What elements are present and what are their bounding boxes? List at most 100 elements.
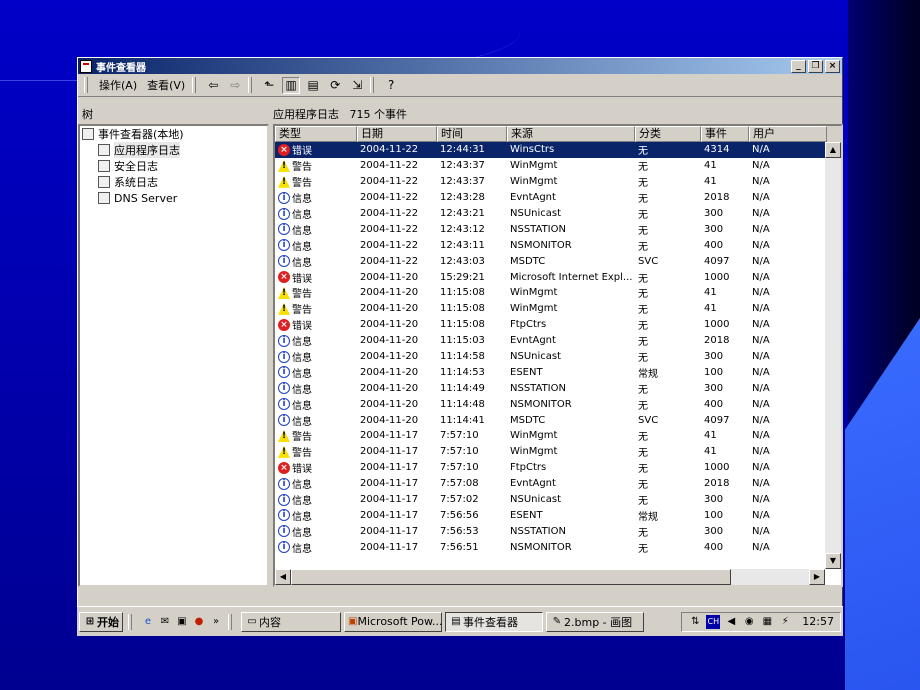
cell-user: N/A — [752, 414, 770, 426]
minimize-button[interactable]: _ — [791, 59, 806, 73]
refresh-icon[interactable]: ⟳ — [326, 77, 344, 94]
column-header-time[interactable]: 时间 — [437, 126, 507, 142]
table-row[interactable]: i 信息 2004-11-17 7:56:56 ESENT 常规 100 N/A — [275, 507, 841, 523]
internet-explorer-icon[interactable]: e — [141, 615, 155, 629]
cell-source: NSMONITOR — [510, 541, 572, 553]
table-row[interactable]: ! 警告 2004-11-17 7:57:10 WinMgmt 无 41 N/A — [275, 428, 841, 444]
show-tree-icon[interactable]: ▥ — [282, 76, 301, 94]
tree-item-application-log[interactable]: 应用程序日志 — [80, 142, 267, 158]
table-row[interactable]: ! 警告 2004-11-22 12:43:37 WinMgmt 无 41 N/A — [275, 174, 841, 190]
table-row[interactable]: i 信息 2004-11-17 7:57:08 EvntAgnt 无 2018 N/A — [275, 476, 841, 492]
tree-item-security-log[interactable]: 安全日志 — [80, 158, 267, 174]
toolbar-grip[interactable] — [84, 77, 88, 93]
cell-date: 2004-11-20 — [360, 414, 419, 426]
start-button[interactable]: ⊞ 开始 — [79, 611, 123, 632]
cell-source: WinsCtrs — [510, 144, 555, 156]
tree-item-system-log[interactable]: 系统日志 — [80, 174, 267, 190]
cell-type: ! 警告 — [275, 285, 357, 300]
table-row[interactable]: i 信息 2004-11-22 12:43:03 MSDTC SVC 4097 N/A — [275, 253, 841, 269]
taskbar-grip[interactable] — [228, 613, 232, 630]
task-button-content[interactable]: ▭ 内容 — [241, 611, 341, 632]
vertical-scrollbar[interactable]: ▲ ▼ — [825, 142, 841, 569]
input-language-icon[interactable]: CH — [706, 614, 721, 629]
clock[interactable]: 12:57 — [802, 615, 834, 628]
horizontal-scroll-thumb[interactable] — [291, 569, 731, 585]
table-row[interactable]: i 信息 2004-11-20 11:14:53 ESENT 常规 100 N/A — [275, 364, 841, 380]
column-header-date[interactable]: 日期 — [357, 126, 437, 142]
table-row[interactable]: i 信息 2004-11-17 7:57:02 NSUnicast 无 300 N/A — [275, 492, 841, 508]
column-header-user[interactable]: 用户 — [749, 126, 827, 142]
quicklaunch-grip[interactable] — [128, 613, 132, 630]
cell-type-label: 信息 — [292, 257, 312, 269]
table-row[interactable]: × 错误 2004-11-17 7:57:10 FtpCtrs 无 1000 N/A — [275, 460, 841, 476]
table-row[interactable]: ! 警告 2004-11-17 7:57:10 WinMgmt 无 41 N/A — [275, 444, 841, 460]
help-icon[interactable]: ? — [382, 77, 400, 94]
cell-type-label: 错误 — [292, 146, 312, 158]
toolbar-grip[interactable] — [192, 77, 197, 93]
up-folder-icon[interactable]: ⬑ — [260, 77, 278, 94]
volume-icon[interactable]: ◀ — [724, 615, 738, 629]
table-row[interactable]: i 信息 2004-11-17 7:56:53 NSSTATION 无 300 N/A — [275, 523, 841, 539]
cell-category: 无 — [638, 273, 648, 285]
app-shortcut-icon[interactable]: ● — [192, 615, 206, 629]
table-row[interactable]: i 信息 2004-11-20 11:14:48 NSMONITOR 无 400 N/A — [275, 396, 841, 412]
show-desktop-icon[interactable]: ▣ — [175, 615, 189, 629]
computer-icon[interactable]: ▦ — [760, 615, 774, 629]
column-header-source[interactable]: 来源 — [507, 126, 635, 142]
table-row[interactable]: i 信息 2004-11-17 7:56:51 NSMONITOR 无 400 N/A — [275, 539, 841, 555]
tree-item-dns-server-log[interactable]: DNS Server — [80, 190, 267, 206]
tree-root[interactable]: 事件查看器(本地) — [80, 126, 267, 142]
table-row[interactable]: i 信息 2004-11-22 12:43:21 NSUnicast 无 300 N/A — [275, 206, 841, 222]
table-row[interactable]: × 错误 2004-11-20 15:29:21 Microsoft Internet … — [275, 269, 841, 285]
column-header-type[interactable]: 类型 — [275, 126, 357, 142]
cell-time: 11:15:03 — [440, 335, 485, 347]
column-header-event[interactable]: 事件 — [701, 126, 749, 142]
network-icon[interactable]: ⇅ — [688, 615, 702, 629]
table-row[interactable]: i 信息 2004-11-20 11:14:41 MSDTC SVC 4097 N/A — [275, 412, 841, 428]
table-row[interactable]: ! 警告 2004-11-20 11:15:08 WinMgmt 无 41 N/A — [275, 285, 841, 301]
table-row[interactable]: ! 警告 2004-11-20 11:15:08 WinMgmt 无 41 N/A — [275, 301, 841, 317]
export-list-icon[interactable]: ⇲ — [348, 77, 366, 94]
table-row[interactable]: ! 警告 2004-11-22 12:43:37 WinMgmt 无 41 N/A — [275, 158, 841, 174]
table-row[interactable]: i 信息 2004-11-22 12:43:11 NSMONITOR 无 400 N/A — [275, 237, 841, 253]
warning-icon: ! — [278, 175, 290, 188]
table-row[interactable]: × 错误 2004-11-20 11:15:08 FtpCtrs 无 1000 N/A — [275, 317, 841, 333]
forward-arrow-icon[interactable]: ⇨ — [226, 77, 244, 94]
cell-time: 7:56:56 — [440, 509, 479, 521]
task-button-powerpoint[interactable]: ▣ Microsoft Pow... — [344, 611, 442, 632]
task-button-paint[interactable]: ✎ 2.bmp - 画图 — [546, 611, 644, 632]
column-header-category[interactable]: 分类 — [635, 126, 701, 142]
cell-category: 无 — [638, 464, 648, 476]
table-row[interactable]: i 信息 2004-11-20 11:15:03 EvntAgnt 无 2018 N/A — [275, 333, 841, 349]
cell-type-label: 信息 — [292, 225, 312, 237]
table-row[interactable]: × 错误 2004-11-22 12:44:31 WinsCtrs 无 4314 N/A — [275, 142, 841, 158]
cell-time: 11:14:48 — [440, 398, 485, 410]
menu-action[interactable]: 操作(A) — [94, 77, 142, 93]
ime-icon[interactable]: ◉ — [742, 615, 756, 629]
scroll-right-button[interactable]: ▶ — [809, 569, 825, 585]
table-row[interactable]: i 信息 2004-11-20 11:14:58 NSUnicast 无 300 N/A — [275, 349, 841, 365]
cell-type: i 信息 — [275, 476, 357, 491]
outlook-express-icon[interactable]: ✉ — [158, 615, 172, 629]
close-button[interactable]: × — [825, 59, 840, 73]
cell-source: WinMgmt — [510, 303, 558, 315]
cell-event: 41 — [704, 303, 717, 315]
table-row[interactable]: i 信息 2004-11-22 12:43:12 NSSTATION 无 300 N/A — [275, 221, 841, 237]
scroll-down-button[interactable]: ▼ — [825, 553, 841, 569]
restore-button[interactable]: ❐ — [808, 59, 823, 73]
menu-view[interactable]: 查看(V) — [142, 77, 190, 93]
title-bar[interactable]: 事件查看器 _ ❐ × — [78, 58, 842, 74]
table-row[interactable]: i 信息 2004-11-22 12:43:28 EvntAgnt 无 2018 N/A — [275, 190, 841, 206]
scroll-left-button[interactable]: ◀ — [275, 569, 291, 585]
table-row[interactable]: i 信息 2004-11-20 11:14:49 NSSTATION 无 300 N/A — [275, 380, 841, 396]
scroll-up-button[interactable]: ▲ — [825, 142, 841, 158]
cell-type: i 信息 — [275, 222, 357, 237]
back-arrow-icon[interactable]: ⇦ — [204, 77, 222, 94]
tray-app-icon[interactable]: ⚡ — [778, 615, 792, 629]
more-chevron-icon[interactable]: » — [209, 615, 223, 629]
info-icon: i — [278, 207, 290, 220]
horizontal-scrollbar[interactable]: ◀ ▶ — [275, 569, 825, 585]
cell-date: 2004-11-22 — [360, 160, 419, 172]
properties-icon[interactable]: ▤ — [304, 77, 322, 94]
task-button-event-viewer[interactable]: ▤ 事件查看器 — [445, 611, 543, 632]
